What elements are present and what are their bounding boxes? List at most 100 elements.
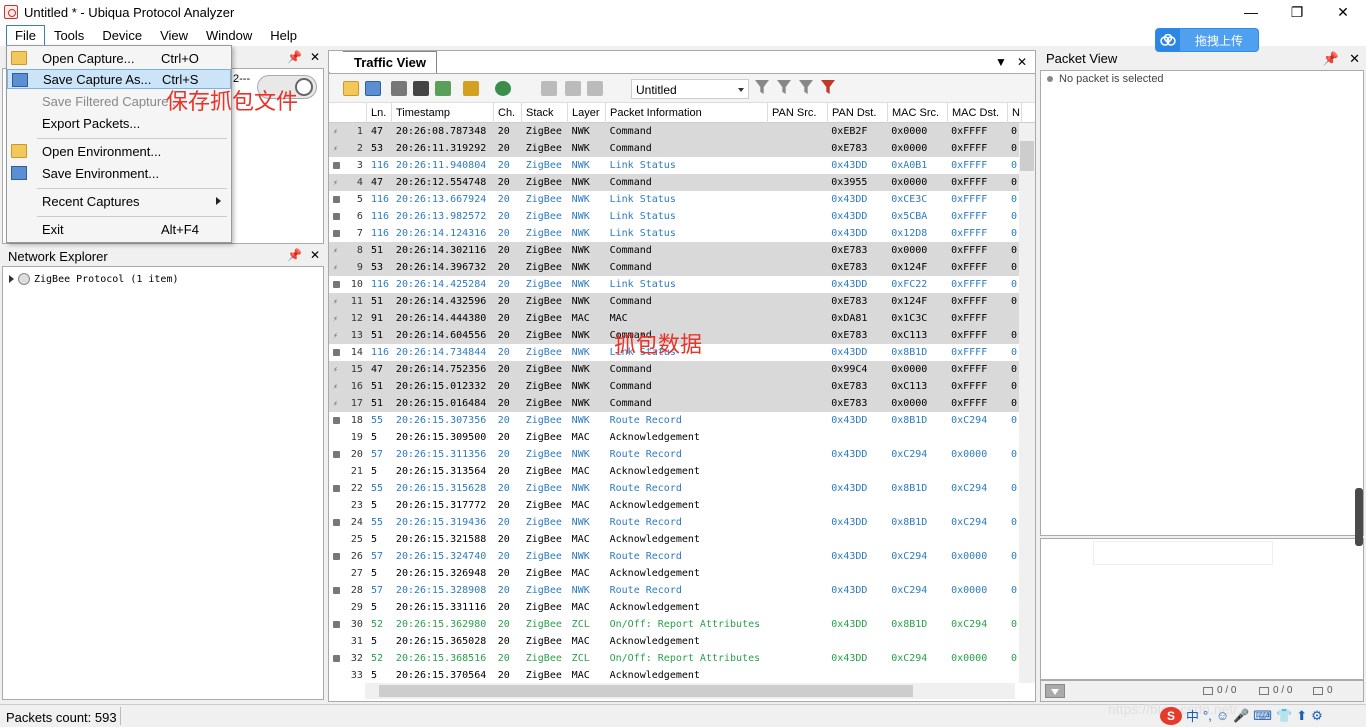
table-row[interactable]: 24 55 20:26:15.319436 20 ZigBee NWK Route Reco… (329, 514, 1021, 531)
skin-icon[interactable]: 👕 (1276, 708, 1292, 724)
emoji-icon[interactable]: ☺ (1216, 708, 1229, 723)
menu-item-export-packets[interactable]: Export Packets... (7, 113, 231, 133)
columns-icon[interactable] (391, 81, 407, 96)
maximize-button[interactable]: ❐ (1274, 0, 1320, 24)
menu-item-open-environment[interactable]: Open Environment... (7, 141, 231, 161)
table-row[interactable]: 6 116 20:26:13.982572 20 ZigBee NWK Link Statu… (329, 208, 1021, 225)
pin-icon[interactable]: 📌 (1323, 50, 1339, 68)
menu-item-exit[interactable]: Exit Alt+F4 (7, 219, 231, 239)
down-arrow-icon[interactable] (1045, 684, 1065, 698)
table-row[interactable]: ⚡ 15 47 20:26:14.752356 20 ZigBee NWK Command 0x… (329, 361, 1021, 378)
menu-file[interactable]: File (6, 24, 45, 46)
filter-edit-icon[interactable] (799, 80, 813, 94)
table-row[interactable]: 19 5 20:26:15.309500 20 ZigBee MAC Acknowledge… (329, 429, 1021, 446)
menu-device[interactable]: Device (93, 25, 151, 46)
col-timestamp[interactable]: Timestamp (392, 103, 494, 123)
tray-item[interactable]: °, (1203, 708, 1212, 723)
col-mac-src[interactable]: MAC Src. (888, 103, 948, 123)
horizontal-scrollbar[interactable] (365, 683, 1015, 699)
table-row[interactable]: ⚡ 2 53 20:26:11.319292 20 ZigBee NWK Command 0xE… (329, 140, 1021, 157)
table-row[interactable]: ⚡ 12 91 20:26:14.444380 20 ZigBee MAC MAC 0xDA81… (329, 310, 1021, 327)
panel-close-icon[interactable]: ✕ (1349, 50, 1360, 68)
table-row[interactable]: 22 55 20:26:15.315628 20 ZigBee NWK Route Reco… (329, 480, 1021, 497)
panel-close-icon[interactable]: ✕ (1017, 55, 1027, 69)
col-stack[interactable]: Stack (522, 103, 568, 123)
highlight-icon[interactable] (463, 81, 479, 96)
scroll-thumb[interactable] (379, 685, 913, 697)
col-layer[interactable]: Layer (568, 103, 606, 123)
pin-icon[interactable]: 📌 (287, 248, 302, 262)
close-button[interactable]: ✕ (1320, 0, 1366, 24)
back-icon[interactable] (565, 81, 581, 96)
table-row[interactable]: 28 57 20:26:15.328908 20 ZigBee NWK Route Reco… (329, 582, 1021, 599)
open-icon[interactable] (343, 81, 359, 96)
table-row[interactable]: 5 116 20:26:13.667924 20 ZigBee NWK Link Statu… (329, 191, 1021, 208)
upload-button[interactable]: 拖拽上传 (1155, 28, 1259, 52)
menu-help[interactable]: Help (261, 25, 306, 46)
table-row[interactable]: 7 116 20:26:14.124316 20 ZigBee NWK Link Statu… (329, 225, 1021, 242)
side-scroll-indicator[interactable] (1355, 488, 1363, 546)
table-row[interactable]: 33 5 20:26:15.370564 20 ZigBee MAC Acknowledge… (329, 667, 1021, 683)
table-row[interactable]: 3 116 20:26:11.940804 20 ZigBee NWK Link Statu… (329, 157, 1021, 174)
pin-icon[interactable]: 📌 (287, 50, 302, 64)
menu-view[interactable]: View (151, 25, 197, 46)
col-ln[interactable]: Ln. (367, 103, 392, 123)
filter-add-icon[interactable] (777, 80, 791, 94)
menu-item-save-environment[interactable]: Save Environment... (7, 163, 231, 183)
copy-icon[interactable] (541, 81, 557, 96)
col-pan-src[interactable]: PAN Src. (768, 103, 828, 123)
table-row[interactable]: 29 5 20:26:15.331116 20 ZigBee MAC Acknowledge… (329, 599, 1021, 616)
capture-select[interactable]: Untitled (631, 79, 749, 99)
menu-tools[interactable]: Tools (45, 25, 93, 46)
col-pan-dst[interactable]: PAN Dst. (828, 103, 888, 123)
ime-chinese[interactable]: 中 (1186, 706, 1199, 725)
filter-clear-icon[interactable] (821, 80, 835, 94)
table-row[interactable]: ⚡ 16 51 20:26:15.012332 20 ZigBee NWK Command 0x… (329, 378, 1021, 395)
col-mac-dst[interactable]: MAC Dst. (948, 103, 1008, 123)
sogou-icon[interactable]: S (1160, 706, 1182, 725)
table-row[interactable]: 30 52 20:26:15.362980 20 ZigBee ZCL On/Off: Re… (329, 616, 1021, 633)
table-row[interactable]: ⚡ 9 53 20:26:14.396732 20 ZigBee NWK Command 0xE… (329, 259, 1021, 276)
table-row[interactable]: 10 116 20:26:14.425284 20 ZigBee NWK Link Stat… (329, 276, 1021, 293)
table-row[interactable]: 20 57 20:26:15.311356 20 ZigBee NWK Route Reco… (329, 446, 1021, 463)
table-row[interactable]: 31 5 20:26:15.365028 20 ZigBee MAC Acknowledge… (329, 633, 1021, 650)
cell-ln: 116 (370, 211, 390, 222)
tray-settings-icon[interactable]: ⚙ (1311, 708, 1323, 724)
keyboard-icon[interactable]: ⌨ (1253, 708, 1272, 724)
table-row[interactable]: ⚡ 8 51 20:26:14.302116 20 ZigBee NWK Command 0xE… (329, 242, 1021, 259)
panel-close-icon[interactable]: ✕ (310, 50, 320, 64)
table-row[interactable]: 21 5 20:26:15.313564 20 ZigBee MAC Acknowledge… (329, 463, 1021, 480)
menu-window[interactable]: Window (197, 25, 261, 46)
forward-icon[interactable] (587, 81, 603, 96)
details-icon[interactable] (413, 81, 429, 96)
table-row[interactable]: ⚡ 1 47 20:26:08.787348 20 ZigBee NWK Command 0xE… (329, 123, 1021, 140)
panel-close-icon[interactable]: ✕ (310, 248, 320, 262)
filter-icon[interactable] (755, 80, 769, 94)
menu-item-recent-captures[interactable]: Recent Captures (7, 191, 231, 211)
expand-arrow-icon[interactable] (9, 275, 14, 283)
save-icon[interactable] (365, 81, 381, 96)
table-row[interactable]: 26 57 20:26:15.324740 20 ZigBee NWK Route Reco… (329, 548, 1021, 565)
vertical-scrollbar[interactable] (1019, 123, 1035, 683)
col-ch[interactable]: Ch. (494, 103, 522, 123)
col-info[interactable]: Packet Information (606, 103, 768, 123)
table-row[interactable]: 32 52 20:26:15.368516 20 ZigBee ZCL On/Off: Re… (329, 650, 1021, 667)
export-icon[interactable] (435, 81, 451, 96)
dropdown-arrow-icon[interactable]: ▼ (995, 55, 1007, 69)
upload-icon[interactable]: ⬆ (1296, 708, 1307, 724)
table-row[interactable]: ⚡ 11 51 20:26:14.432596 20 ZigBee NWK Command 0x… (329, 293, 1021, 310)
settings-icon[interactable] (495, 81, 511, 96)
menu-item-open-capture[interactable]: Open Capture... Ctrl+O (7, 48, 231, 68)
col-n[interactable]: N (1008, 103, 1022, 123)
scroll-thumb[interactable] (1020, 141, 1034, 171)
table-row[interactable]: 27 5 20:26:15.326948 20 ZigBee MAC Acknowledge… (329, 565, 1021, 582)
table-row[interactable]: ⚡ 4 47 20:26:12.554748 20 ZigBee NWK Command 0x3… (329, 174, 1021, 191)
table-row[interactable]: 23 5 20:26:15.317772 20 ZigBee MAC Acknowledge… (329, 497, 1021, 514)
tab-traffic-view[interactable]: Traffic View (329, 51, 437, 73)
minimize-button[interactable]: — (1228, 0, 1274, 24)
table-row[interactable]: ⚡ 17 51 20:26:15.016484 20 ZigBee NWK Command 0x… (329, 395, 1021, 412)
table-row[interactable]: 18 55 20:26:15.307356 20 ZigBee NWK Route Reco… (329, 412, 1021, 429)
tree-item-zigbee[interactable]: ZigBee Protocol (1 item) (9, 273, 179, 285)
table-row[interactable]: 25 5 20:26:15.321588 20 ZigBee MAC Acknowledge… (329, 531, 1021, 548)
mic-icon[interactable]: 🎤 (1233, 708, 1249, 724)
